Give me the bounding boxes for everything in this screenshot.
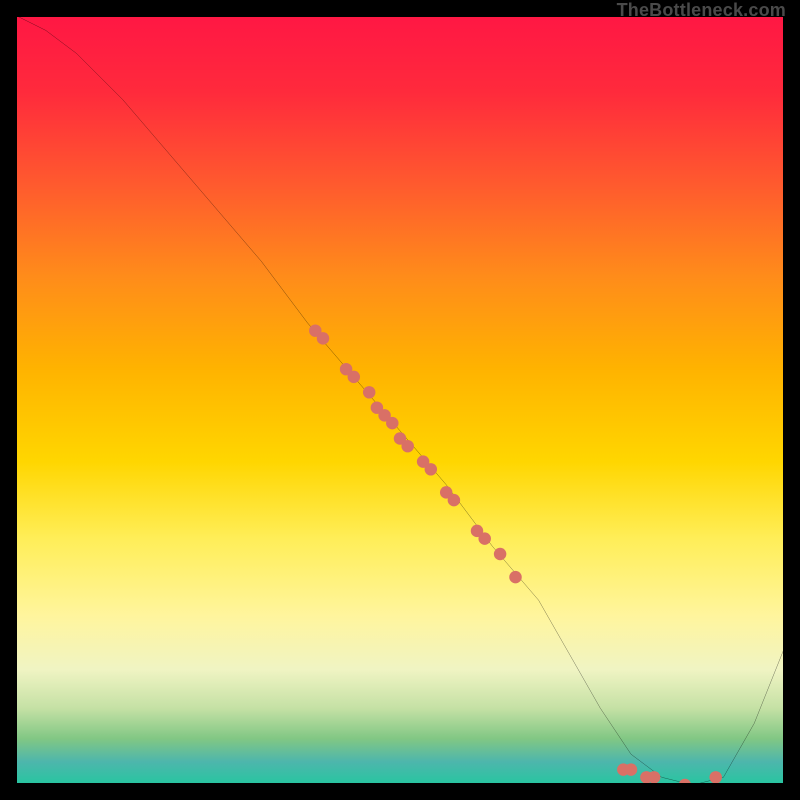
watermark-text: TheBottleneck.com bbox=[617, 0, 786, 21]
plot-gradient-background bbox=[15, 15, 785, 785]
